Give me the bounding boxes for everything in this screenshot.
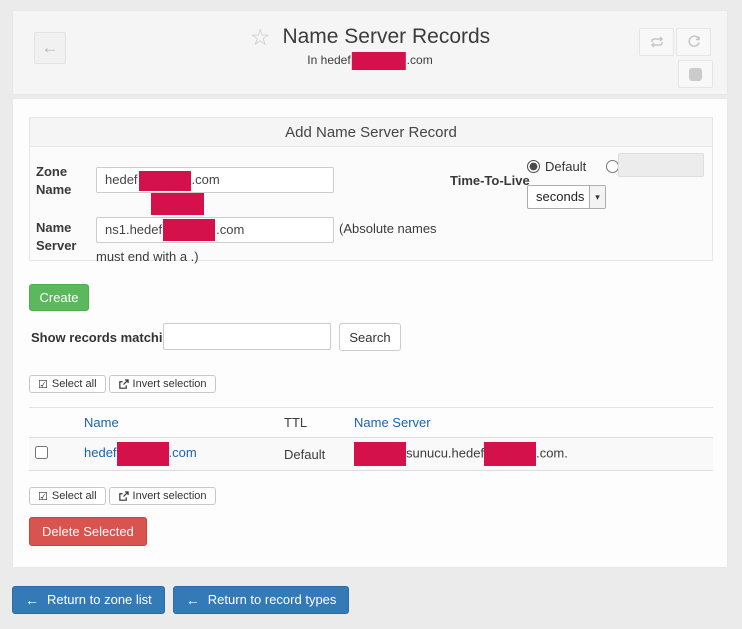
create-button[interactable]: Create: [29, 284, 89, 311]
stop-button[interactable]: [678, 60, 713, 88]
table-row: hedef .com Default sunucu.hedef .com.: [29, 438, 713, 471]
arrow-left-icon: ←: [25, 587, 39, 613]
repeat-icon: [649, 34, 665, 50]
redaction-box: [151, 193, 204, 215]
return-to-record-types-button[interactable]: ← Return to record types: [173, 586, 350, 614]
title-block: ☆ Name Server Records In hedef .com: [250, 25, 490, 67]
footer-navigation: ← Return to zone list ← Return to record…: [12, 586, 349, 614]
page-header: ← ☆ Name Server Records In hedef .com: [12, 10, 728, 95]
select-all-label: Select all: [52, 378, 97, 390]
invert-selection-icon: [118, 379, 129, 390]
subtitle-prefix: In hedef: [307, 53, 350, 67]
selection-controls-top: ☑ Select all Invert selection: [29, 375, 216, 393]
search-label: Show records matching:: [31, 330, 183, 345]
back-button[interactable]: ←: [34, 32, 66, 64]
ns-value-prefix: ns1.hedef: [105, 222, 162, 237]
record-ttl: Default: [279, 438, 349, 471]
invert-selection-label: Invert selection: [133, 378, 207, 390]
return-zone-list-label: Return to zone list: [47, 587, 152, 613]
favorite-star-icon[interactable]: ☆: [250, 26, 271, 49]
redaction-box: [354, 442, 406, 466]
zone-name-input[interactable]: hedef .com: [96, 167, 334, 193]
column-header-name[interactable]: Name: [79, 408, 279, 438]
page-subtitle: In hedef .com: [250, 53, 490, 67]
panel-title: Add Name Server Record: [29, 117, 713, 147]
header-actions: [639, 28, 713, 56]
ttl-value-input[interactable]: [618, 153, 704, 177]
record-ns-middle: sunucu.hedef: [406, 445, 484, 460]
column-header-ttl: TTL: [279, 408, 349, 438]
ttl-default-label: Default: [545, 159, 586, 174]
redaction-box: [484, 442, 536, 466]
delete-selected-button[interactable]: Delete Selected: [29, 517, 147, 546]
refresh-icon: [686, 34, 702, 50]
checkbox-checked-icon: ☑: [38, 490, 48, 503]
ttl-default-radio[interactable]: [527, 160, 540, 173]
arrow-left-icon: ←: [186, 587, 200, 613]
search-input[interactable]: [163, 323, 331, 350]
search-button[interactable]: Search: [339, 323, 401, 351]
invert-selection-button[interactable]: Invert selection: [109, 487, 216, 505]
redaction-box: [163, 219, 215, 241]
ttl-radio-group: Default: [527, 159, 619, 174]
stop-icon: [689, 68, 702, 81]
redaction-box: [352, 52, 406, 70]
main-content: Add Name Server Record Zone Name hedef .c…: [12, 98, 728, 568]
header-checkbox-spacer: [29, 408, 79, 438]
name-server-input[interactable]: ns1.hedef .com: [96, 217, 334, 243]
select-all-label: Select all: [52, 490, 97, 502]
table-header-row: Name TTL Name Server: [29, 408, 713, 438]
select-all-button[interactable]: ☑ Select all: [29, 375, 106, 393]
add-record-panel: Add Name Server Record Zone Name hedef .c…: [29, 117, 713, 261]
repeat-button[interactable]: [639, 28, 674, 56]
invert-selection-icon: [118, 491, 129, 502]
ns-value-suffix: .com: [216, 222, 244, 237]
refresh-button[interactable]: [676, 28, 711, 56]
invert-selection-label: Invert selection: [133, 490, 207, 502]
record-name-suffix: .com: [169, 445, 197, 460]
ttl-unit-value: seconds: [528, 186, 589, 208]
column-header-name-server[interactable]: Name Server: [349, 408, 713, 438]
invert-selection-button[interactable]: Invert selection: [109, 375, 216, 393]
ttl-label: Time-To-Live: [450, 173, 530, 188]
return-to-zone-list-button[interactable]: ← Return to zone list: [12, 586, 165, 614]
record-name-link[interactable]: hedef .com: [84, 445, 197, 460]
record-name-prefix: hedef: [84, 445, 117, 460]
ttl-unit-select[interactable]: seconds ▾: [527, 185, 606, 209]
name-server-label: Name Server: [36, 219, 92, 255]
record-name-server: sunucu.hedef .com.: [349, 438, 713, 471]
zone-name-label: Zone Name: [36, 163, 92, 199]
back-arrow-icon: ←: [42, 38, 59, 58]
subtitle-suffix: .com: [407, 53, 433, 67]
add-record-form: Zone Name hedef .com Time-To-Live Default…: [29, 147, 713, 261]
checkbox-checked-icon: ☑: [38, 378, 48, 391]
row-checkbox[interactable]: [35, 446, 48, 459]
zone-value-prefix: hedef: [105, 172, 138, 187]
record-ns-suffix: .com.: [536, 445, 568, 460]
records-table: Name TTL Name Server hedef .com Default s…: [29, 407, 713, 471]
name-server-row: ns1.hedef.com(Absolute names must end wi…: [96, 215, 456, 270]
redaction-box: [139, 171, 191, 191]
page-title: Name Server Records: [282, 25, 490, 49]
chevron-down-icon: ▾: [589, 186, 605, 208]
zone-value-suffix: .com: [192, 172, 220, 187]
select-all-button[interactable]: ☑ Select all: [29, 487, 106, 505]
selection-controls-bottom: ☑ Select all Invert selection: [29, 487, 216, 505]
return-record-types-label: Return to record types: [208, 587, 337, 613]
redaction-box: [117, 442, 169, 466]
